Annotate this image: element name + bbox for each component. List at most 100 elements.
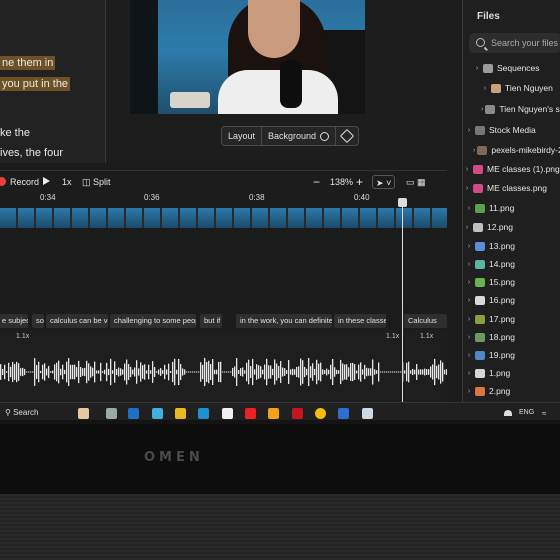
photos-icon[interactable] [268, 408, 279, 419]
script-line[interactable]: you put in the [0, 77, 71, 91]
file-item[interactable]: › 15.png [463, 274, 560, 290]
file-item[interactable]: › Tien Nguyen's scr [463, 101, 560, 117]
waveform-bar [92, 367, 94, 377]
layers-button[interactable] [336, 127, 358, 145]
view-toggle[interactable]: ▭ ▦ [406, 175, 426, 189]
chevron-right-icon[interactable]: › [465, 370, 473, 377]
chevron-right-icon[interactable]: › [465, 279, 473, 286]
zoom-in-button[interactable]: + [356, 175, 363, 189]
file-item[interactable]: › Sequences [463, 60, 560, 76]
file-item[interactable]: › 17.png [463, 311, 560, 327]
record-button[interactable]: Record [0, 175, 39, 189]
waveform-bar [428, 369, 430, 375]
split-button[interactable]: ◫ Split [82, 175, 111, 189]
caption-chip[interactable]: Calculus [404, 314, 447, 328]
chevron-right-icon[interactable]: › [465, 243, 473, 250]
caption-chip[interactable]: in the work, you can definitely s [236, 314, 332, 328]
tick-label: 0:40 [354, 193, 370, 202]
waveform-bar [140, 362, 142, 382]
file-item[interactable]: › 19.png [463, 347, 560, 363]
files-search-input[interactable]: Search your files [469, 33, 560, 53]
chevron-right-icon[interactable]: › [481, 85, 489, 92]
video-thumbnail [198, 208, 214, 228]
waveform-bar [286, 370, 288, 374]
play-button[interactable] [43, 175, 50, 189]
cloud-icon[interactable] [504, 410, 512, 416]
chevron-right-icon[interactable]: › [473, 147, 475, 154]
script-panel: ne them in you put in the ke the ives, t… [0, 0, 105, 163]
waveform-bar [70, 364, 72, 380]
mcafee-icon[interactable] [292, 408, 303, 419]
background-button[interactable]: Background [262, 127, 337, 145]
zoom-out-button[interactable]: − [313, 175, 320, 189]
file-item[interactable]: › Stock Media [463, 122, 560, 138]
file-item[interactable]: › 11.png [463, 200, 560, 216]
chevron-right-icon[interactable]: › [463, 185, 471, 192]
edge-icon[interactable] [198, 408, 209, 419]
wifi-icon[interactable]: ≈ [542, 409, 552, 418]
chevron-right-icon[interactable]: › [465, 297, 473, 304]
editor-app-icon[interactable] [338, 408, 349, 419]
waveform-bar [300, 358, 302, 386]
store-icon[interactable] [222, 408, 233, 419]
video-icon [477, 145, 488, 155]
video-thumbnail-strip[interactable] [0, 208, 447, 228]
script-line[interactable]: ne them in [0, 56, 56, 70]
waveform-bar [2, 368, 4, 376]
chevron-right-icon[interactable]: › [465, 127, 473, 134]
file-item[interactable]: › 1.png [463, 365, 560, 381]
waveform-bar [100, 362, 102, 382]
snipping-tool-icon[interactable] [362, 408, 373, 419]
teams-icon[interactable] [128, 408, 139, 419]
chrome-icon[interactable] [315, 408, 326, 419]
file-item[interactable]: › 14.png [463, 256, 560, 272]
news-widget-icon[interactable] [78, 408, 89, 419]
taskbar-search[interactable]: ⚲ Search [5, 408, 38, 417]
file-item[interactable]: › 16.png [463, 292, 560, 308]
chevron-right-icon[interactable]: › [465, 352, 473, 359]
script-line[interactable]: ives, the four [0, 147, 63, 159]
waveform-bar [368, 368, 370, 376]
playback-speed-button[interactable]: 1x [62, 175, 72, 189]
chevron-right-icon[interactable]: › [465, 316, 473, 323]
caption-chip[interactable]: but if y [200, 314, 222, 328]
layout-button[interactable]: Layout [222, 127, 263, 145]
video-preview[interactable] [130, 0, 365, 114]
file-item[interactable]: › 12.png [463, 219, 560, 235]
caption-chip[interactable]: e subject [0, 314, 28, 328]
playhead[interactable] [398, 198, 407, 405]
script-line[interactable]: ke the [0, 127, 30, 139]
person-icon [491, 83, 501, 93]
caption-chip[interactable]: in these classes. [334, 314, 386, 328]
chevron-right-icon[interactable]: › [465, 205, 473, 212]
video-thumbnail [414, 208, 430, 228]
chevron-right-icon[interactable]: › [463, 224, 471, 231]
file-explorer-icon[interactable] [175, 408, 186, 419]
waveform-bar [166, 369, 168, 375]
file-item[interactable]: › ME classes (1).png [463, 161, 560, 177]
task-view-icon[interactable] [106, 408, 117, 419]
caption-chip[interactable]: so [32, 314, 44, 328]
file-item[interactable]: › Tien Nguyen [463, 80, 560, 96]
copilot-icon[interactable] [152, 408, 163, 419]
caption-chip[interactable]: calculus can be very [46, 314, 108, 328]
file-item[interactable]: › 2.png [463, 383, 560, 399]
chevron-right-icon[interactable]: › [481, 106, 483, 113]
audio-track[interactable]: 1.1x 1.1x 1.1x [0, 330, 447, 402]
chevron-right-icon[interactable]: › [465, 334, 473, 341]
file-item[interactable]: › pexels-mikebirdy-20 [463, 142, 560, 158]
chevron-right-icon[interactable]: › [463, 166, 471, 173]
language-indicator[interactable]: ENG [519, 409, 534, 416]
file-item-label: 2.png [489, 386, 511, 396]
file-item[interactable]: › ME classes.png [463, 180, 560, 196]
select-tool-dropdown[interactable]: ➤ ˅ [372, 175, 396, 189]
chevron-right-icon[interactable]: › [465, 261, 473, 268]
file-item-label: 13.png [489, 241, 515, 251]
file-item[interactable]: › 18.png [463, 329, 560, 345]
app-icon[interactable] [245, 408, 256, 419]
chevron-right-icon[interactable]: › [473, 65, 481, 72]
caption-chip[interactable]: challenging to some people [110, 314, 196, 328]
file-item[interactable]: › 13.png [463, 238, 560, 254]
chevron-right-icon[interactable]: › [465, 388, 473, 395]
waveform-bar [156, 371, 158, 373]
